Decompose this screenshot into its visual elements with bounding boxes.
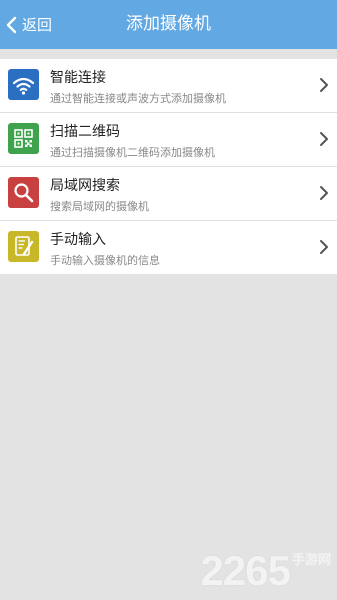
add-method-list: 智能连接 通过智能连接或声波方式添加摄像机 扫描二维码 通过扫描摄像机二维码添加… [0,59,337,274]
item-title: 手动输入 [50,232,106,248]
item-title: 扫描二维码 [50,124,120,140]
chevron-right-icon [320,132,328,146]
list-item-scan-qr[interactable]: 扫描二维码 通过扫描摄像机二维码添加摄像机 [0,113,337,167]
watermark-number: 2265 [200,547,291,594]
chevron-right-icon [320,240,328,254]
item-description: 通过扫描摄像机二维码添加摄像机 [50,146,215,159]
item-description: 手动输入摄像机的信息 [50,254,160,267]
back-button[interactable]: 返回 [4,0,52,49]
item-title: 智能连接 [50,70,106,86]
chevron-right-icon [320,78,328,92]
chevron-left-icon [6,16,17,33]
back-label: 返回 [22,16,53,34]
item-description: 搜索局域网的摄像机 [50,200,149,213]
search-icon [8,177,39,208]
chevron-right-icon [320,186,328,200]
list-item-lan-search[interactable]: 局域网搜索 搜索局域网的摄像机 [0,167,337,221]
wifi-icon [8,69,39,100]
qr-code-icon [8,123,39,154]
item-description: 通过智能连接或声波方式添加摄像机 [50,92,226,105]
list-item-manual-input[interactable]: 手动输入 手动输入摄像机的信息 [0,221,337,274]
list-item-smart-connect[interactable]: 智能连接 通过智能连接或声波方式添加摄像机 [0,59,337,113]
header-bar: 返回 添加摄像机 [0,0,337,49]
item-title: 局域网搜索 [50,178,120,194]
watermark-logo: 2265 手游网 [201,549,331,592]
edit-icon [8,231,39,262]
watermark-suffix: 手游网 [291,553,331,568]
